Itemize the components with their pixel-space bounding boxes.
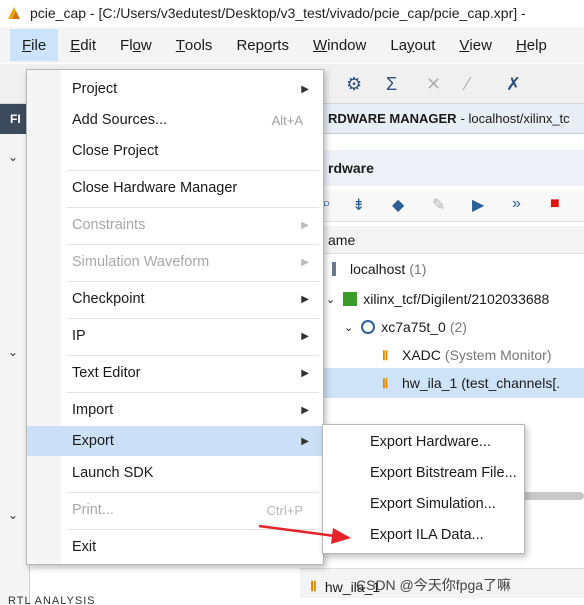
menu-separator: [67, 170, 319, 171]
menu-separator: [67, 492, 319, 493]
expand-icon[interactable]: ◆: [392, 195, 404, 215]
target-board-icon: [343, 292, 358, 306]
menu-item-close-project[interactable]: Close Project: [27, 136, 323, 166]
menu-item-launch-sdk[interactable]: Launch SDK: [27, 458, 323, 488]
submenu-item-export-bitstream[interactable]: Export Bitstream File...: [323, 458, 524, 488]
menu-separator: [67, 355, 319, 356]
submenu-arrow-icon: ▶: [301, 367, 309, 379]
menu-window[interactable]: Window: [301, 29, 378, 61]
menu-item-project[interactable]: Project ▶: [27, 74, 323, 104]
chevron-down-icon[interactable]: ⌄: [344, 321, 353, 334]
stop-icon[interactable]: ■: [550, 195, 560, 213]
tree-row-hw-ila[interactable]: Ⅱ hw_ila_1 (test_channels[.: [322, 368, 584, 398]
hardware-panel-title: rdware: [322, 150, 584, 186]
tree-row-localhost[interactable]: localhost (1): [322, 254, 584, 284]
menu-item-checkpoint[interactable]: Checkpoint ▶: [27, 284, 323, 314]
menu-layout[interactable]: La y out: [378, 29, 447, 61]
menu-edit[interactable]: Edit: [58, 29, 108, 61]
program-device-icon[interactable]: ✎: [432, 195, 445, 215]
submenu-arrow-icon: ▶: [301, 83, 309, 95]
submenu-arrow-icon: ▶: [301, 219, 309, 231]
hardware-manager-header: RDWARE MANAGER - localhost/xilinx_tc: [322, 104, 584, 134]
menu-item-print[interactable]: Print... Ctrl+P: [27, 495, 323, 525]
collapse-all-icon[interactable]: ⇟: [352, 195, 365, 215]
submenu-arrow-icon: ▶: [301, 330, 309, 342]
tree-row-xadc[interactable]: Ⅱ XADC (System Monitor): [322, 340, 584, 370]
submenu-arrow-icon: ▶: [301, 293, 309, 305]
tree-row-target[interactable]: ⌄ xilinx_tcf/Digilent/2102033688: [322, 284, 584, 314]
menu-item-text-editor[interactable]: Text Editor ▶: [27, 358, 323, 388]
menu-reports[interactable]: Rep o rts: [224, 29, 301, 61]
annotation-arrow: [258, 524, 351, 544]
submenu-item-export-simulation[interactable]: Export Simulation...: [323, 489, 524, 519]
submenu-arrow-icon: ▶: [301, 435, 309, 447]
menu-separator: [67, 207, 319, 208]
vivado-logo-icon: [8, 7, 20, 19]
title-bar: pcie_cap - [C:/Users/v3edutest/Desktop/v…: [0, 0, 584, 26]
menu-help[interactable]: Help: [504, 29, 559, 61]
server-icon: [332, 262, 336, 276]
chevron-down-icon[interactable]: ⌄: [326, 293, 335, 306]
menu-bar: File Edit Fl o w Tools Rep o rts Window La y o…: [0, 27, 584, 63]
debug-core-icon: Ⅱ: [382, 376, 389, 391]
hardware-toolbar: ⌕ ⇟ ◆ ✎ ▶ » ■: [322, 190, 584, 222]
cross-tool-icon[interactable]: ✗: [506, 74, 521, 95]
menu-item-import[interactable]: Import ▶: [27, 395, 323, 425]
menu-separator: [67, 281, 319, 282]
menu-item-constraints[interactable]: Constraints ▶: [27, 210, 323, 240]
chevron-down-icon[interactable]: ⌄: [8, 345, 18, 359]
sigma-icon[interactable]: Σ: [386, 74, 397, 95]
menu-flow[interactable]: Fl o w: [108, 29, 164, 61]
run-trigger-icon[interactable]: ▶: [472, 195, 484, 215]
chevron-down-icon[interactable]: ⌄: [8, 150, 18, 164]
window-title: pcie_cap - [C:/Users/v3edutest/Desktop/v…: [30, 5, 526, 21]
watermark: CSDN @今天你fpga了嘛: [356, 577, 512, 593]
disabled-probe-icon[interactable]: ⁄: [466, 74, 469, 95]
debug-core-icon: Ⅱ: [310, 578, 317, 594]
rtl-analysis-label: RTL ANALYSIS: [8, 595, 96, 605]
menu-item-export[interactable]: Export ▶: [27, 426, 323, 456]
menu-tools[interactable]: Tools: [164, 29, 225, 61]
menu-item-ip[interactable]: IP ▶: [27, 321, 323, 351]
submenu-arrow-icon: ▶: [301, 256, 309, 268]
menu-item-close-hardware-manager[interactable]: Close Hardware Manager: [27, 173, 323, 203]
menu-file[interactable]: File: [10, 29, 59, 61]
run-immediate-icon[interactable]: »: [512, 195, 521, 213]
menu-separator: [67, 392, 319, 393]
debug-core-icon: Ⅱ: [382, 348, 389, 363]
menu-item-simulation-waveform[interactable]: Simulation Waveform ▶: [27, 247, 323, 277]
horizontal-scrollbar[interactable]: [522, 492, 584, 500]
menu-view[interactable]: View: [447, 29, 504, 61]
disabled-tool-icon[interactable]: ✕: [426, 74, 441, 95]
fpga-chip-icon: [361, 320, 376, 334]
submenu-arrow-icon: ▶: [301, 404, 309, 416]
menu-separator: [67, 318, 319, 319]
menu-item-add-sources[interactable]: Add Sources... Alt+A: [27, 105, 323, 135]
column-header-name: ame: [322, 226, 584, 254]
submenu-item-export-hardware[interactable]: Export Hardware...: [323, 427, 524, 457]
menu-separator: [67, 244, 319, 245]
file-menu: Project ▶ Add Sources... Alt+A Close Pro…: [26, 69, 324, 565]
chevron-down-icon[interactable]: ⌄: [8, 508, 18, 522]
settings-gear-icon[interactable]: ⚙: [346, 74, 362, 95]
tree-row-device[interactable]: ⌄ xc7a75t_0 (2): [322, 312, 584, 342]
